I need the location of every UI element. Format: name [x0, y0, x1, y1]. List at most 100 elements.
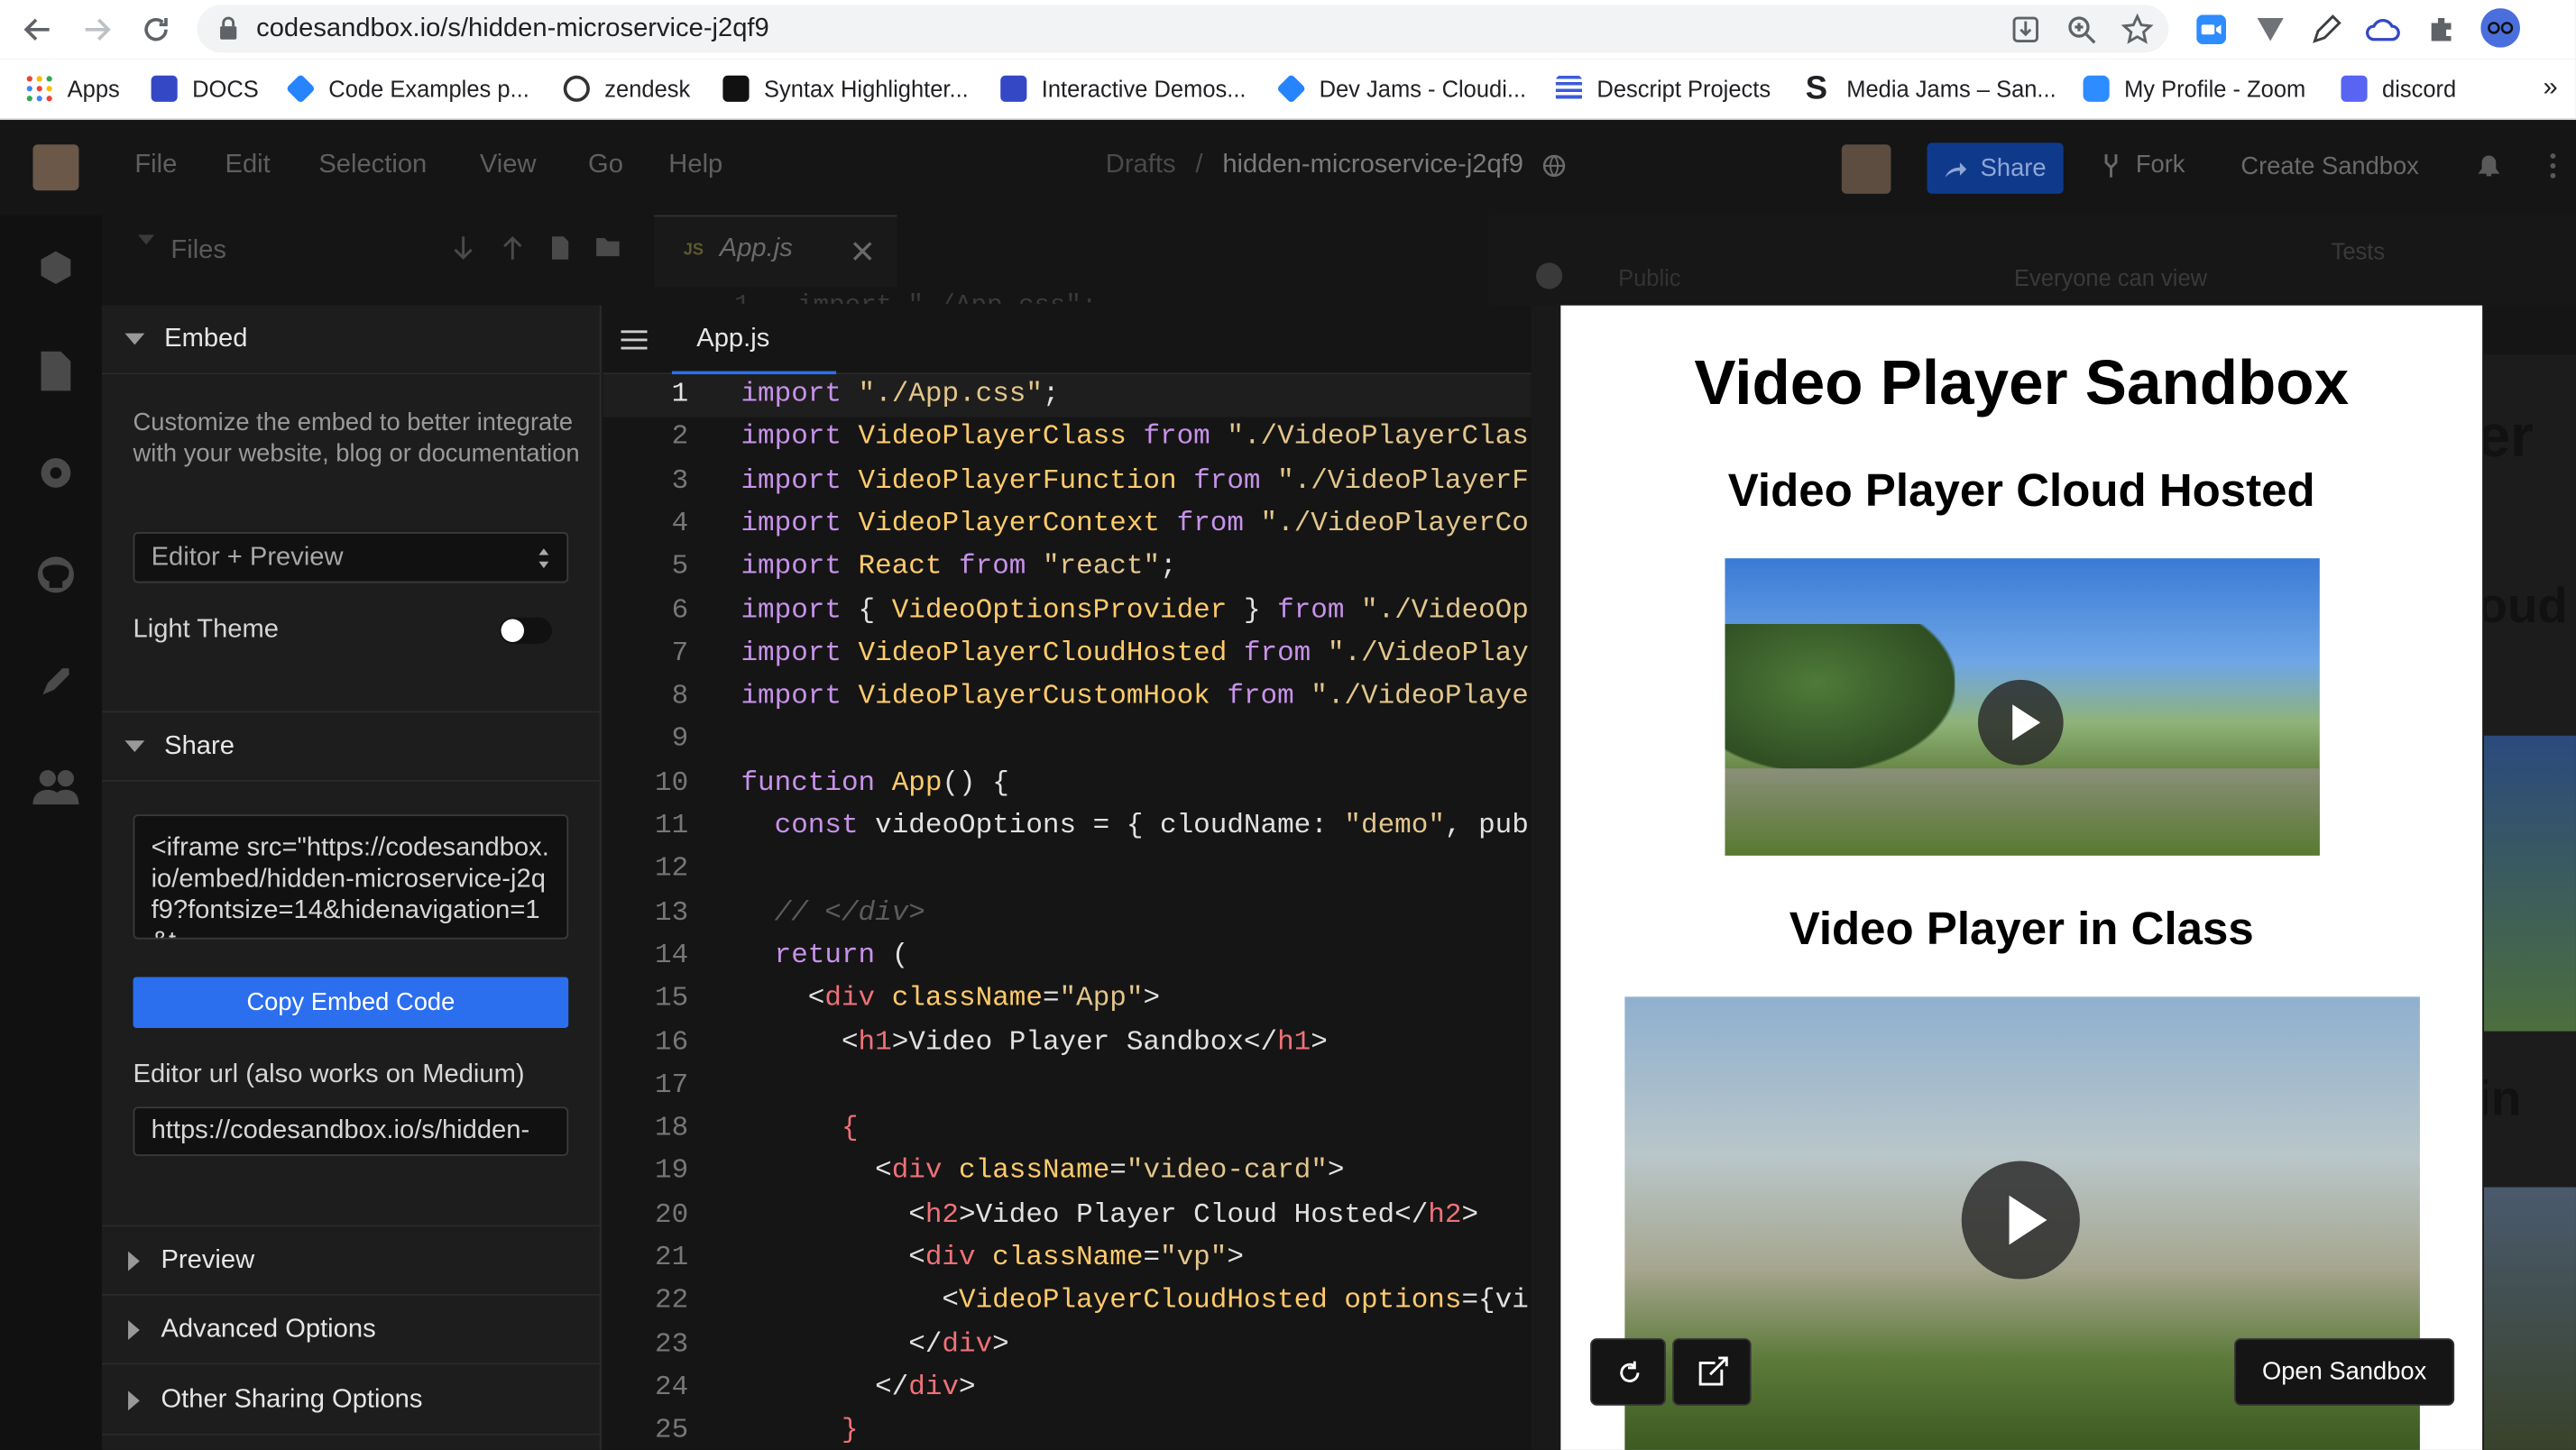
line-number: 5 [671, 552, 689, 583]
bookmark-code-examples[interactable]: Code Examples p... [285, 60, 529, 119]
code-token: </ [741, 1372, 909, 1404]
share-section-header[interactable]: Share [101, 712, 602, 782]
bookmark-label: Media Jams – San... [1846, 75, 2056, 102]
bookmarks-overflow[interactable]: » [2544, 60, 2558, 119]
rocket-icon[interactable] [36, 662, 76, 702]
line-number: 13 [654, 897, 689, 929]
arrow-down-icon[interactable] [454, 234, 474, 261]
code-line: <div className="App"> [741, 984, 1160, 1015]
owner-avatar[interactable] [1841, 144, 1891, 194]
bookmark-syntax[interactable]: Syntax Highlighter... [722, 60, 969, 119]
bookmark-zendesk[interactable]: zendesk [563, 60, 690, 119]
bookmark-dev-jams[interactable]: Dev Jams - Cloudi... [1276, 60, 1526, 119]
sandbox-name[interactable]: hidden-microservice-j2qf9 [1222, 151, 1523, 181]
fork-button[interactable]: Fork [2102, 151, 2185, 179]
github-icon[interactable] [36, 555, 76, 594]
line-number: 18 [654, 1113, 689, 1145]
new-folder-icon[interactable] [594, 236, 621, 258]
bookmark-discord[interactable]: discord [2341, 60, 2456, 119]
code-token: < [741, 1286, 960, 1317]
breadcrumb-separator: / [1195, 151, 1203, 179]
ground-shape [1725, 768, 2320, 856]
code-token: className [959, 1156, 1110, 1188]
bookmark-interactive-demos[interactable]: Interactive Demos... [1000, 60, 1247, 119]
profile-avatar-icon[interactable] [2480, 8, 2521, 48]
embed-mode-select[interactable]: Editor + Preview [133, 532, 569, 583]
activity-bar [0, 215, 102, 1450]
create-sandbox-button[interactable]: Create Sandbox [2240, 152, 2418, 180]
menu-edit[interactable]: Edit [225, 151, 271, 181]
file-icon[interactable] [40, 350, 72, 392]
cloud-extension-icon[interactable] [2366, 16, 2402, 42]
collapse-triangle-icon[interactable] [137, 234, 155, 245]
menu-view[interactable]: View [480, 151, 537, 181]
bookmark-label: Descript Projects [1596, 75, 1771, 102]
close-tab-icon[interactable] [852, 242, 872, 262]
code-token: const [774, 811, 876, 843]
code-line: <div className="video-card"> [741, 1157, 1344, 1188]
bell-icon[interactable] [2478, 152, 2500, 179]
breadcrumb-folder[interactable]: Drafts [1106, 151, 1176, 181]
menu-file[interactable]: File [134, 151, 177, 181]
files-label[interactable]: Files [170, 236, 226, 266]
video-player-cloud[interactable] [1725, 558, 2320, 856]
line-number: 8 [671, 681, 689, 713]
forward-arrow-icon[interactable] [80, 14, 113, 46]
line-number: 22 [654, 1286, 689, 1317]
refresh-preview-button[interactable] [1590, 1338, 1666, 1406]
other-sharing-header[interactable]: Other Sharing Options [101, 1366, 602, 1436]
open-new-window-button[interactable] [1672, 1338, 1752, 1406]
hamburger-menu-icon[interactable] [621, 330, 648, 350]
lock-icon[interactable] [218, 16, 238, 41]
bookmark-descript[interactable]: Descript Projects [1555, 60, 1771, 119]
menu-selection[interactable]: Selection [318, 151, 427, 181]
play-button[interactable] [1961, 1161, 2080, 1280]
arrow-up-icon[interactable] [502, 234, 522, 261]
reload-icon[interactable] [138, 12, 174, 48]
bookmark-apps[interactable]: Apps [26, 60, 120, 119]
preview-section-header[interactable]: Preview [101, 1226, 602, 1296]
code-token: = [1109, 1156, 1127, 1188]
embed-section-header[interactable]: Embed [101, 306, 602, 375]
copy-embed-code-button[interactable]: Copy Embed Code [133, 977, 569, 1028]
code-editor[interactable]: App.js 1 import "./App.css"; 2 import Video… [603, 305, 1532, 1450]
vee-extension-icon[interactable] [2256, 16, 2286, 42]
install-icon[interactable] [2010, 14, 2040, 44]
code-token: </ [741, 1329, 943, 1361]
more-vertical-icon[interactable] [2550, 152, 2556, 179]
play-icon [2012, 704, 2041, 741]
puzzle-icon[interactable] [2426, 14, 2456, 43]
code-line: { [741, 1114, 859, 1145]
code-line: import React from "react"; [741, 552, 1176, 583]
embed-code-textarea[interactable]: <iframe src="https://codesandbox.io/embe… [133, 814, 569, 940]
play-button[interactable] [1977, 679, 2064, 766]
advanced-options-header[interactable]: Advanced Options [101, 1296, 602, 1365]
light-theme-toggle[interactable] [499, 617, 552, 644]
fork-label: Fork [2135, 151, 2185, 179]
zoom-extension-icon[interactable] [2196, 14, 2226, 45]
open-sandbox-button[interactable]: Open Sandbox [2234, 1338, 2455, 1406]
preview-h2-class: Video Player in Class [1789, 903, 2254, 955]
bookmark-star-icon[interactable] [2121, 13, 2154, 46]
users-icon[interactable] [32, 768, 79, 805]
back-arrow-icon[interactable] [22, 14, 54, 46]
new-file-icon[interactable] [550, 234, 570, 261]
gear-icon[interactable] [36, 454, 76, 493]
menu-help[interactable]: Help [668, 151, 722, 181]
box-icon[interactable] [36, 248, 76, 288]
code-token: div [942, 1329, 993, 1361]
pen-icon[interactable] [2310, 14, 2342, 46]
user-avatar[interactable] [32, 144, 79, 191]
editor-url-input[interactable]: https://codesandbox.io/s/hidden- [133, 1106, 569, 1156]
editor-url-label: Editor url (also works on Medium) [133, 1060, 525, 1089]
code-token: import [741, 638, 859, 670]
url-text[interactable]: codesandbox.io/s/hidden-microservice-j2q… [256, 0, 769, 60]
zoom-icon[interactable] [2066, 14, 2096, 44]
menu-go[interactable]: Go [588, 151, 623, 181]
bookmark-media-jams[interactable]: S Media Jams – San... [1806, 60, 2056, 119]
code-token: "./VideoPlayerF [1277, 465, 1529, 498]
share-button[interactable]: Share [1927, 142, 2064, 194]
code-line: } [741, 1416, 859, 1447]
bookmark-docs[interactable]: DOCS [151, 60, 259, 119]
bookmark-zoom-profile[interactable]: My Profile - Zoom [2083, 60, 2305, 119]
